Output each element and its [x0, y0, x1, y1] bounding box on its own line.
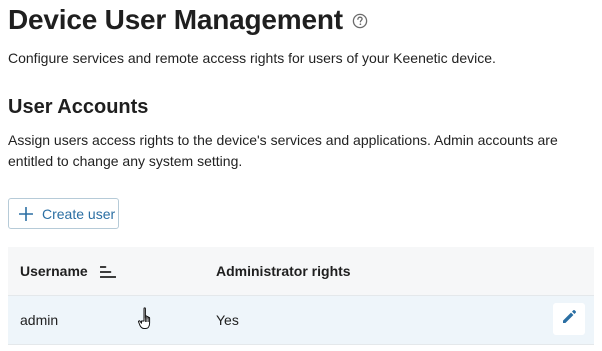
page-description: Configure services and remote access rig… [8, 50, 496, 66]
title-row: Device User Management [8, 0, 368, 40]
column-header-username[interactable]: Username [20, 263, 117, 279]
section-title-user-accounts: User Accounts [8, 96, 149, 118]
section-description: Assign users access rights to the device… [8, 132, 558, 169]
plus-icon [18, 206, 34, 221]
pencil-icon [560, 308, 578, 331]
create-user-label: Create user [42, 205, 116, 222]
cell-username: admin [20, 312, 59, 328]
page-title: Device User Management [8, 4, 343, 35]
cell-admin-rights: Yes [216, 312, 239, 328]
column-header-username-label: Username [20, 263, 88, 279]
edit-user-button[interactable] [553, 303, 585, 335]
create-user-button[interactable]: Create user [8, 198, 119, 229]
table-row[interactable]: admin Yes [8, 296, 594, 345]
sort-icon[interactable] [99, 265, 117, 278]
hand-cursor-icon [138, 307, 158, 333]
help-circle-icon[interactable] [352, 13, 368, 29]
table-header: Username Administrator rights [8, 247, 594, 296]
page: Device User Management Configure service… [0, 0, 602, 351]
column-header-admin-rights: Administrator rights [216, 263, 351, 279]
users-table: Username Administrator rights admin Yes [8, 247, 594, 345]
